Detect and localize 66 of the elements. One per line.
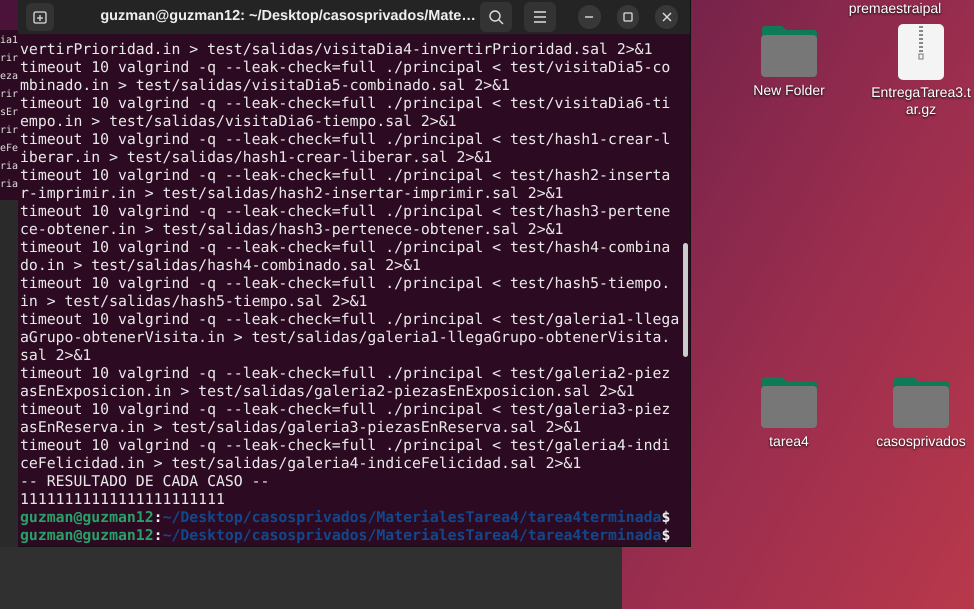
- menu-icon: [532, 11, 547, 23]
- terminal-line: timeout 10 valgrind -q --leak-check=full ./principal < test/galeria3-piez: [20, 401, 672, 419]
- desktop-icon-label[interactable]: tarea4: [769, 433, 809, 450]
- terminal-line: 11111111111111111111111: [20, 491, 226, 509]
- prompt-symbol: $: [661, 509, 670, 527]
- folder-icon: [760, 26, 818, 78]
- terminal-line: sal 2>&1: [20, 347, 92, 365]
- maximize-button[interactable]: [616, 5, 640, 29]
- terminal-text-fragment: sEr: [0, 106, 18, 120]
- terminal-line: timeout 10 valgrind -q --leak-check=full ./principal < test/hash4-combina: [20, 239, 672, 257]
- close-button[interactable]: [655, 5, 678, 29]
- terminal-line: -- RESULTADO DE CADA CASO --: [20, 473, 270, 491]
- prompt-symbol: $: [661, 527, 670, 545]
- terminal-line: asEnReserva.in > test/salidas/galeria3-piezasEnReserva.sal 2>&1: [20, 419, 582, 437]
- terminal-line: timeout 10 valgrind -q --leak-check=full ./principal < test/hash1-crear-l: [20, 131, 672, 149]
- terminal-line: ceFelicidad.in > test/salidas/galeria4-indiceFelicidad.sal 2>&1: [20, 455, 582, 473]
- terminal-line: ce-obtener.in > test/salidas/hash3-pertenece-obtener.sal 2>&1: [20, 221, 564, 239]
- terminal-line: timeout 10 valgrind -q --leak-check=full ./principal < test/galeria4-indi: [20, 437, 672, 455]
- menu-button[interactable]: [524, 2, 556, 32]
- terminal-text-fragment: rir: [0, 88, 18, 102]
- prompt-user: guzman@guzman12: [20, 509, 154, 527]
- terminal-line: iberar.in > test/salidas/hash1-crear-liberar.sal 2>&1: [20, 149, 494, 167]
- search-icon: [488, 9, 504, 25]
- terminal-text-fragment: rir: [0, 52, 18, 66]
- terminal-line: asEnExposicion.in > test/salidas/galeria2-piezasEnExposicion.sal 2>&1: [20, 383, 636, 401]
- new-tab-button[interactable]: [26, 3, 54, 31]
- minimize-button[interactable]: [578, 5, 601, 29]
- prompt-path: ~/Desktop/casosprivados/MaterialesTarea4/tarea4terminada: [162, 527, 662, 545]
- desktop-icon-label[interactable]: New Folder: [753, 82, 825, 99]
- terminal-line: empo.in > test/salidas/visitaDia6-tiempo.sal 2>&1: [20, 113, 458, 131]
- scrollbar-thumb[interactable]: [683, 243, 688, 357]
- prompt-user: guzman@guzman12: [20, 527, 154, 545]
- terminal-text-fragment: eza: [0, 70, 18, 84]
- terminal-text-fragment: rir: [0, 124, 18, 138]
- terminal-line: do.in > test/salidas/hash4-combinado.sal 2>&1: [20, 257, 422, 275]
- terminal-text-fragment: ria: [0, 178, 18, 192]
- terminal-line: timeout 10 valgrind -q --leak-check=full ./principal < test/galeria2-piez: [20, 365, 672, 383]
- zip-file-icon: [898, 24, 944, 80]
- search-button[interactable]: [480, 2, 512, 32]
- terminal-text-fragment: ria: [0, 160, 18, 174]
- prompt-path: ~/Desktop/casosprivados/MaterialesTarea4/tarea4terminada: [162, 509, 662, 527]
- desktop-icon-label[interactable]: EntregaTarea3.tar.gz: [869, 84, 973, 118]
- terminal-line: timeout 10 valgrind -q --leak-check=full ./principal < test/visitaDia5-co: [20, 59, 672, 77]
- desktop-icon-label[interactable]: casosprivados: [876, 433, 966, 450]
- terminal-line: timeout 10 valgrind -q --leak-check=full ./principal < test/hash5-tiempo.: [20, 275, 672, 293]
- minimize-icon: [584, 16, 594, 18]
- terminal-line: aGrupo-obtenerVisita.in > test/salidas/galeria1-llegaGrupo-obtenerVisita.: [20, 329, 672, 347]
- terminal-text-fragment: eFe: [0, 142, 18, 156]
- desktop-icon-label[interactable]: premaestraipal: [848, 0, 942, 17]
- maximize-icon: [623, 12, 634, 22]
- terminal-line: mbinado.in > test/salidas/visitaDia5-combinado.sal 2>&1: [20, 77, 511, 95]
- close-icon: [662, 12, 672, 22]
- folder-icon: [892, 377, 950, 429]
- terminal-text-fragment: ia1: [0, 34, 18, 48]
- window-title: guzman@guzman12: ~/Desktop/casosprivados/Mate…: [99, 7, 476, 26]
- terminal-line: timeout 10 valgrind -q --leak-check=full ./principal < test/galeria1-llega: [20, 311, 680, 329]
- terminal-line: in > test/salidas/hash5-tiempo.sal 2>&1: [20, 293, 368, 311]
- terminal-line: timeout 10 valgrind -q --leak-check=full ./principal < test/visitaDia6-ti: [20, 95, 672, 113]
- prompt-separator: :: [154, 509, 163, 527]
- terminal-line: r-imprimir.in > test/salidas/hash2-insertar-imprimir.sal 2>&1: [20, 185, 564, 203]
- folder-icon: [760, 377, 818, 429]
- terminal-line: vertirPrioridad.in > test/salidas/visitaDia4-invertirPrioridad.sal 2>&1: [20, 41, 654, 59]
- terminal-line: timeout 10 valgrind -q --leak-check=full ./principal < test/hash2-inserta: [20, 167, 672, 185]
- terminal-line: timeout 10 valgrind -q --leak-check=full ./principal < test/hash3-pertene: [20, 203, 672, 221]
- new-tab-icon: [33, 10, 48, 24]
- prompt-separator: :: [154, 527, 163, 545]
